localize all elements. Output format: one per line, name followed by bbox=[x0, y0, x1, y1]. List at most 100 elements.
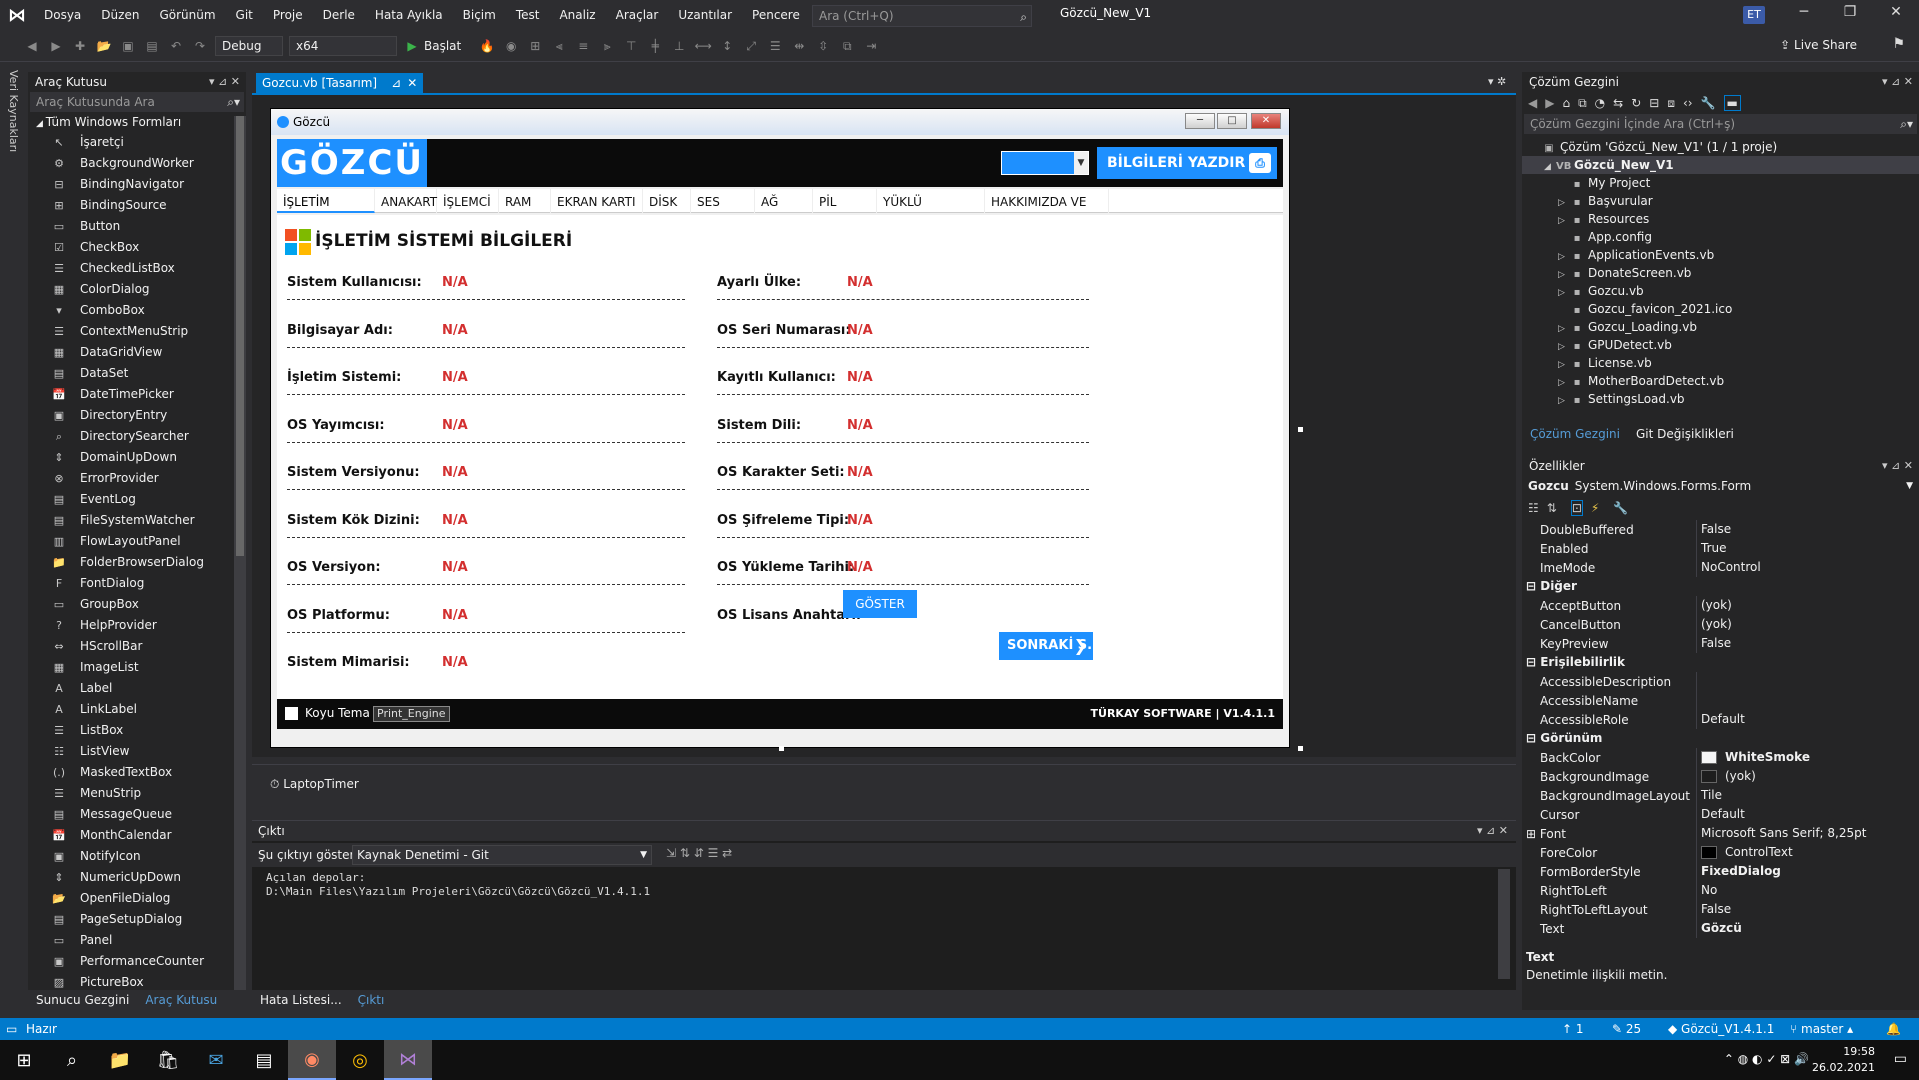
categorized-icon[interactable]: ☷ bbox=[1528, 501, 1539, 515]
close-icon[interactable]: ✕ bbox=[1251, 113, 1281, 129]
solution-tree-item[interactable]: ▷ ▪ MotherBoardDetect.vb bbox=[1522, 372, 1919, 390]
property-row[interactable]: Enabled True bbox=[1522, 539, 1919, 558]
info-tab[interactable]: YÜKLÜ SÜRÜCÜLER bbox=[877, 188, 985, 235]
property-row[interactable]: AccessibleRole Default bbox=[1522, 710, 1919, 729]
refresh-icon[interactable]: ↻ bbox=[1631, 96, 1641, 110]
property-row[interactable]: ForeColor ControlText bbox=[1522, 843, 1919, 862]
property-value[interactable]: Default bbox=[1696, 710, 1919, 729]
toolbox-item[interactable]: ▣ DirectoryEntry bbox=[28, 405, 246, 426]
chrome-icon[interactable]: ◎ bbox=[336, 1040, 384, 1080]
alphabetical-icon[interactable]: ⇅ bbox=[1547, 501, 1557, 515]
align-bottom-icon[interactable]: ⊥ bbox=[670, 37, 688, 55]
bottom-tab[interactable]: Hata Listesi... bbox=[252, 990, 350, 1010]
toolbox-item[interactable]: ▤ EventLog bbox=[28, 489, 246, 510]
visual-studio-logo-icon[interactable]: ⋈ bbox=[8, 5, 30, 26]
property-category[interactable]: ⊟ Diğer bbox=[1522, 577, 1919, 596]
property-value[interactable] bbox=[1696, 691, 1919, 710]
live-share-button[interactable]: ⇪ Live Share bbox=[1780, 38, 1857, 52]
toolbox-item[interactable]: ☰ ListBox bbox=[28, 720, 246, 741]
info-tab[interactable]: DİSK bbox=[643, 188, 691, 213]
collapse-icon[interactable]: ⊟ bbox=[1526, 655, 1540, 669]
platform-dropdown[interactable]: x64 bbox=[289, 35, 397, 56]
property-value[interactable]: False bbox=[1696, 634, 1919, 653]
screenshot-icon[interactable]: ◉ bbox=[502, 37, 520, 55]
align-middle-icon[interactable]: ╪ bbox=[646, 37, 664, 55]
solution-tree-item[interactable]: ▷ ▪ License.vb bbox=[1522, 354, 1919, 372]
toolbox-item[interactable]: ▦ ColorDialog bbox=[28, 279, 246, 300]
property-pages-icon[interactable]: 🔧 bbox=[1613, 501, 1628, 515]
back-icon[interactable]: ◀ bbox=[23, 37, 41, 55]
toolbox-item[interactable]: ▦ ImageList bbox=[28, 657, 246, 678]
align-center-icon[interactable]: ≡ bbox=[574, 37, 592, 55]
toolbox-item[interactable]: ▭ Panel bbox=[28, 930, 246, 951]
open-file-icon[interactable]: 📂 bbox=[95, 37, 113, 55]
properties-icon[interactable]: 🔧 bbox=[1701, 96, 1716, 110]
system-tray-icons[interactable]: ⌃ ◍ ◐ ✓ ⊠ 🔊 bbox=[1724, 1052, 1809, 1066]
resize-handle-bottom[interactable] bbox=[779, 746, 784, 751]
bring-front-icon[interactable]: ⧉ bbox=[838, 37, 856, 55]
clock[interactable]: 19:58 26.02.2021 bbox=[1812, 1044, 1875, 1076]
laptop-timer-component[interactable]: ⏱ LaptopTimer bbox=[270, 777, 359, 792]
language-combobox[interactable]: ▼ bbox=[1001, 151, 1089, 175]
property-row[interactable]: DoubleBuffered False bbox=[1522, 520, 1919, 539]
bottom-tab[interactable]: Sunucu Gezgini bbox=[28, 990, 137, 1010]
toolbox-item[interactable]: (.) MaskedTextBox bbox=[28, 762, 246, 783]
toolbox-item[interactable]: ? HelpProvider bbox=[28, 615, 246, 636]
toolbox-item[interactable]: ☰ ContextMenuStrip bbox=[28, 321, 246, 342]
align-right-icon[interactable]: ⫸ bbox=[598, 37, 616, 55]
toolbox-item[interactable]: 📅 DateTimePicker bbox=[28, 384, 246, 405]
property-row[interactable]: Cursor Default bbox=[1522, 805, 1919, 824]
preview-icon[interactable]: ▬ bbox=[1723, 95, 1741, 111]
toolbox-item[interactable]: ▦ DataGridView bbox=[28, 342, 246, 363]
panel-tab[interactable]: Git Değişiklikleri bbox=[1628, 424, 1742, 444]
properties-object-selector[interactable]: Gozcu System.Windows.Forms.Form ▼ bbox=[1522, 476, 1919, 496]
sync-icon[interactable]: ⇆ bbox=[1613, 96, 1623, 110]
toolbox-item[interactable]: ⚙ BackgroundWorker bbox=[28, 153, 246, 174]
resize-handle-corner[interactable] bbox=[1298, 746, 1303, 751]
same-width-icon[interactable]: ⟷ bbox=[694, 37, 712, 55]
center-v-icon[interactable]: ⇳ bbox=[814, 37, 832, 55]
print-info-button[interactable]: BİLGİLERİ YAZDIR ⎙ bbox=[1097, 147, 1277, 179]
property-row[interactable]: KeyPreview False bbox=[1522, 634, 1919, 653]
minimize-icon[interactable]: ─ bbox=[1185, 113, 1215, 129]
menu-item[interactable]: Derle bbox=[313, 0, 365, 30]
changes-count[interactable]: ✎ 25 bbox=[1612, 1018, 1641, 1040]
pending-changes-icon[interactable]: ◔ bbox=[1595, 96, 1605, 110]
toolbox-item[interactable]: ⊞ BindingSource bbox=[28, 195, 246, 216]
resize-handle-right[interactable] bbox=[1298, 427, 1303, 432]
toolbox-item[interactable]: A Label bbox=[28, 678, 246, 699]
app-icon[interactable]: ▤ bbox=[240, 1040, 288, 1080]
property-row[interactable]: RightToLeft No bbox=[1522, 881, 1919, 900]
print-engine-component[interactable]: Print_Engine bbox=[373, 706, 450, 722]
file-explorer-icon[interactable]: 📁 bbox=[96, 1040, 144, 1080]
toolbox-item[interactable]: ⇔ HScrollBar bbox=[28, 636, 246, 657]
home-icon[interactable]: ⌂ bbox=[1562, 96, 1570, 110]
start-menu-icon[interactable]: ⊞ bbox=[0, 1040, 48, 1080]
notifications-icon[interactable]: 🔔 bbox=[1886, 1018, 1901, 1040]
property-value[interactable]: Tile bbox=[1696, 786, 1919, 805]
expand-arrow-icon[interactable]: ◢ bbox=[1544, 158, 1556, 176]
restore-icon[interactable]: ❐ bbox=[1832, 4, 1868, 26]
panel-controls-icon[interactable]: ▾ ⊿ ✕ bbox=[1882, 456, 1913, 476]
property-row[interactable]: ImeMode NoControl bbox=[1522, 558, 1919, 577]
toolbox-item[interactable]: 📂 OpenFileDialog bbox=[28, 888, 246, 909]
property-value[interactable]: NoControl bbox=[1696, 558, 1919, 577]
maximize-icon[interactable]: □ bbox=[1217, 113, 1247, 129]
minimize-icon[interactable]: ─ bbox=[1786, 4, 1822, 26]
solution-tree-item[interactable]: ▪ My Project bbox=[1522, 174, 1919, 192]
align-top-icon[interactable]: ⊤ bbox=[622, 37, 640, 55]
property-category[interactable]: ⊟ Görünüm bbox=[1522, 729, 1919, 748]
toolbox-item[interactable]: ☰ MenuStrip bbox=[28, 783, 246, 804]
solution-tree-item[interactable]: ▷ ▪ Gozcu.vb bbox=[1522, 282, 1919, 300]
save-all-icon[interactable]: ▤ bbox=[143, 37, 161, 55]
info-tab[interactable]: PİL bbox=[813, 188, 877, 213]
align-left-icon[interactable]: ⫷ bbox=[550, 37, 568, 55]
close-icon[interactable]: ✕ bbox=[1878, 4, 1914, 26]
menu-item[interactable]: Dosya bbox=[34, 0, 91, 30]
info-tab[interactable]: RAM bbox=[499, 188, 551, 213]
panel-controls-icon[interactable]: ▾ ⊿ ✕ bbox=[209, 72, 240, 92]
info-tab[interactable]: İŞLETİM SİSTEMİ bbox=[277, 188, 375, 235]
collapse-icon[interactable]: ⊟ bbox=[1526, 579, 1540, 593]
property-row[interactable]: RightToLeftLayout False bbox=[1522, 900, 1919, 919]
toolbox-item[interactable]: ▤ PageSetupDialog bbox=[28, 909, 246, 930]
